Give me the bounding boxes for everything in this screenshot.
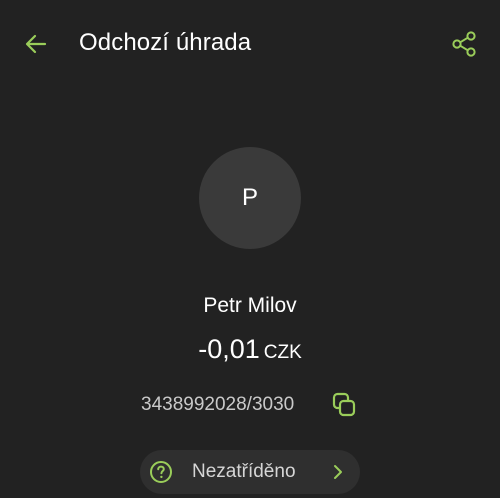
question-circle-icon <box>150 461 172 483</box>
chevron-right-icon <box>334 465 342 479</box>
category-label: Nezatříděno <box>192 461 296 482</box>
account-row: 3438992028/3030 <box>0 390 500 420</box>
counterparty-name: Petr Milov <box>203 294 297 317</box>
amount-value: -0,01 <box>198 334 260 364</box>
avatar-initial: P <box>241 184 258 211</box>
amount-currency: CZK <box>263 342 302 363</box>
category-chip[interactable]: Nezatříděno <box>140 450 360 494</box>
amount: -0,01 CZK <box>0 334 500 365</box>
back-button[interactable] <box>18 26 54 62</box>
share-button[interactable] <box>446 26 482 62</box>
page-title: Odchozí úhrada <box>79 29 252 56</box>
arrow-left-icon <box>25 34 47 54</box>
top-app-bar: Odchozí úhrada <box>0 0 500 86</box>
share-icon <box>452 31 476 57</box>
copy-account-button[interactable] <box>327 390 361 420</box>
account-number: 3438992028/3030 <box>141 394 295 415</box>
avatar: P <box>199 147 301 249</box>
copy-icon <box>332 392 356 417</box>
